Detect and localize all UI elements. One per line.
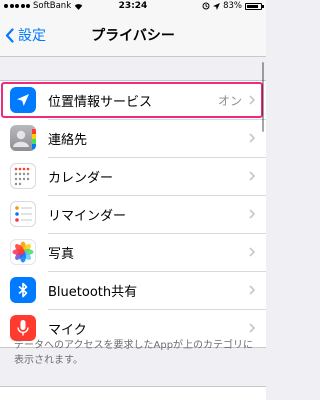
row-label: Bluetooth共有 [48, 284, 138, 300]
navigation-bar: 設定 プライバシー [0, 14, 266, 57]
scroll-indicator[interactable] [261, 62, 264, 132]
footer-note: データへのアクセスを要求したAppが上のカテゴリに表示されます。 [14, 340, 254, 366]
row-contacts[interactable]: 連絡先 [0, 119, 266, 157]
battery-fill [247, 4, 258, 8]
location-arrow-icon [10, 87, 36, 113]
chevron-right-icon [249, 95, 255, 105]
battery-icon [245, 2, 264, 10]
row-label: 写真 [48, 246, 75, 262]
status-right: 83% [202, 1, 264, 11]
page-title: プライバシー [91, 28, 175, 44]
row-label: マイク [48, 322, 87, 338]
row-label: リマインダー [48, 208, 127, 224]
chevron-right-icon [249, 133, 255, 143]
row-calendar[interactable]: カレンダー [0, 157, 266, 195]
chevron-right-icon [249, 323, 255, 333]
chevron-right-icon [249, 247, 255, 257]
row-location-services[interactable]: 位置情報サービス オン [0, 81, 266, 119]
photos-icon [10, 239, 36, 265]
calendar-icon [10, 163, 36, 189]
privacy-list: 位置情報サービス オン 連絡先 カレンダー リマインダー 写真 Bluetoot… [0, 80, 266, 348]
status-bar: SoftBank 23:24 83% [0, 0, 266, 14]
row-label: カレンダー [48, 170, 114, 186]
chevron-right-icon [249, 171, 255, 181]
row-label: 連絡先 [48, 132, 88, 148]
reminders-icon [10, 201, 36, 227]
chevron-right-icon [249, 285, 255, 295]
row-reminders[interactable]: リマインダー [0, 195, 266, 233]
row-photos[interactable]: 写真 [0, 233, 266, 271]
alarm-lock-icon [202, 2, 210, 10]
next-section-top [0, 386, 266, 400]
battery-percent: 83% [223, 1, 242, 11]
row-label: 位置情報サービス [48, 94, 153, 110]
contacts-icon [10, 125, 36, 151]
chevron-right-icon [249, 209, 255, 219]
bluetooth-icon [10, 277, 36, 303]
location-status-icon [213, 2, 221, 10]
row-bluetooth-sharing[interactable]: Bluetooth共有 [0, 271, 266, 309]
row-value: オン [217, 93, 242, 108]
